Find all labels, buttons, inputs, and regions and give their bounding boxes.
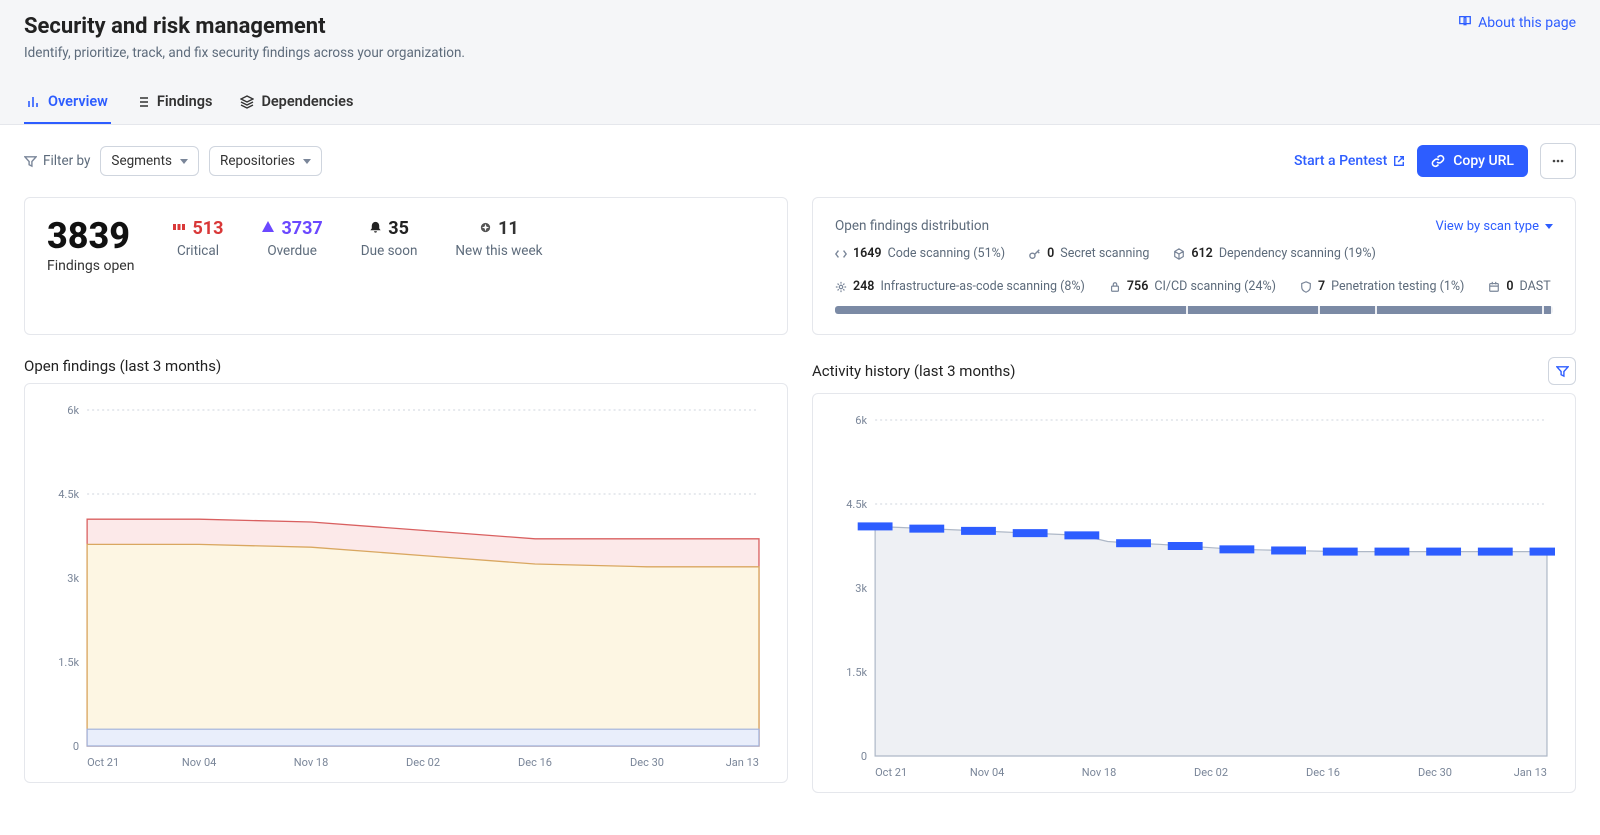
repositories-dropdown[interactable]: Repositories (209, 146, 322, 176)
distribution-title: Open findings distribution (835, 218, 989, 234)
svg-text:Jan 13: Jan 13 (1514, 766, 1547, 779)
svg-text:Nov 04: Nov 04 (182, 756, 217, 769)
svg-text:4.5k: 4.5k (58, 488, 79, 501)
new-count: 11 (498, 218, 519, 239)
view-by-scan-type-link[interactable]: View by scan type (1435, 219, 1553, 234)
copy-url-button[interactable]: Copy URL (1417, 145, 1528, 177)
distribution-bar (835, 306, 1553, 314)
filter-icon (1556, 365, 1569, 378)
ellipsis-icon (1551, 154, 1565, 168)
svg-text:Dec 16: Dec 16 (1306, 766, 1340, 779)
shield-icon (1300, 281, 1312, 293)
external-link-icon (1393, 155, 1405, 167)
svg-text:Jan 13: Jan 13 (726, 756, 759, 769)
package-icon (1173, 248, 1185, 260)
findings-open-count: 3839 (47, 218, 134, 254)
summary-card: 3839 Findings open 513 Critical (24, 197, 788, 335)
book-icon (1458, 14, 1472, 32)
critical-icon (172, 218, 186, 239)
page-subtitle: Identify, prioritize, track, and fix sec… (24, 45, 465, 61)
dist-item-iac-scanning: 248 Infrastructure-as-code scanning (8%) (835, 279, 1085, 294)
sparkle-icon (479, 218, 492, 239)
overdue-count: 3737 (281, 218, 322, 239)
svg-text:Dec 02: Dec 02 (406, 756, 440, 769)
due-soon-count: 35 (388, 218, 409, 239)
svg-text:3k: 3k (855, 582, 867, 595)
svg-text:Dec 30: Dec 30 (630, 756, 664, 769)
tab-findings[interactable]: Findings (133, 85, 216, 124)
chart-activity-history: 0 1.5k 3k 4.5k 6k Oct 21 Nov 04 Nov 18 Dec 02 Dec… (812, 393, 1576, 793)
key-icon (1029, 248, 1041, 260)
calendar-icon (1488, 281, 1500, 293)
toolbar: Filter by Segments Repositories Start a … (0, 125, 1600, 197)
tab-dependencies[interactable]: Dependencies (237, 85, 356, 124)
dist-item-dast: 0 DAST (1488, 279, 1550, 294)
overdue-label: Overdue (267, 243, 317, 259)
chevron-down-icon (1545, 224, 1553, 229)
svg-text:6k: 6k (67, 404, 79, 417)
svg-text:Oct 21: Oct 21 (87, 756, 119, 769)
svg-text:6k: 6k (855, 414, 867, 427)
svg-text:Dec 30: Dec 30 (1418, 766, 1452, 779)
chevron-down-icon (303, 159, 311, 164)
about-page-link[interactable]: About this page (1458, 14, 1576, 32)
chart-activity-history-title: Activity history (last 3 months) (812, 362, 1015, 380)
page: Security and risk management Identify, p… (0, 0, 1600, 793)
distribution-card: Open findings distribution View by scan … (812, 197, 1576, 335)
distribution-legend: 1649 Code scanning (51%) 0 Secret scanni… (835, 246, 1553, 294)
chevron-down-icon (180, 159, 188, 164)
due-soon-label: Due soon (361, 243, 418, 259)
start-pentest-link[interactable]: Start a Pentest (1294, 153, 1405, 169)
svg-text:0: 0 (73, 740, 79, 753)
svg-text:1.5k: 1.5k (846, 666, 867, 679)
link-icon (1431, 154, 1445, 168)
lock-icon (1109, 281, 1121, 293)
tab-bar: Overview Findings Dependencies (24, 85, 1576, 124)
svg-text:Oct 21: Oct 21 (875, 766, 907, 779)
critical-count: 513 (192, 218, 223, 239)
gear-icon (835, 281, 847, 293)
svg-text:Nov 04: Nov 04 (970, 766, 1005, 779)
overdue-icon (261, 218, 275, 239)
chart-activity-filter-button[interactable] (1548, 357, 1576, 385)
dist-item-cicd-scanning: 756 CI/CD scanning (24%) (1109, 279, 1276, 294)
list-icon (136, 95, 150, 109)
findings-open-label: Findings open (47, 258, 134, 274)
svg-text:3k: 3k (67, 572, 79, 585)
segments-dropdown[interactable]: Segments (100, 146, 199, 176)
code-icon (835, 248, 847, 260)
stack-icon (240, 95, 254, 109)
tab-overview[interactable]: Overview (24, 85, 111, 124)
page-title: Security and risk management (24, 14, 465, 39)
bell-icon (369, 218, 382, 239)
filter-icon (24, 155, 37, 168)
svg-text:Dec 16: Dec 16 (518, 756, 552, 769)
svg-text:1.5k: 1.5k (58, 656, 79, 669)
more-actions-button[interactable] (1540, 143, 1576, 179)
chart-open-findings-title: Open findings (last 3 months) (24, 357, 221, 375)
chart-open-findings: 0 1.5k 3k 4.5k 6k Oct 21 Nov 04 Nov 18 Dec 02 Dec… (24, 383, 788, 783)
svg-text:4.5k: 4.5k (846, 498, 867, 511)
dist-item-secret-scanning: 0 Secret scanning (1029, 246, 1149, 261)
svg-text:Dec 02: Dec 02 (1194, 766, 1228, 779)
dist-item-code-scanning: 1649 Code scanning (51%) (835, 246, 1005, 261)
critical-label: Critical (177, 243, 219, 259)
filter-by-label: Filter by (24, 153, 90, 169)
chart-icon (27, 95, 41, 109)
svg-text:0: 0 (861, 750, 867, 763)
svg-text:Nov 18: Nov 18 (1082, 766, 1117, 779)
dist-item-dependency-scanning: 612 Dependency scanning (19%) (1173, 246, 1375, 261)
svg-text:Nov 18: Nov 18 (294, 756, 329, 769)
new-label: New this week (455, 243, 542, 259)
page-header: Security and risk management Identify, p… (0, 0, 1600, 125)
dist-item-penetration-testing: 7 Penetration testing (1%) (1300, 279, 1464, 294)
